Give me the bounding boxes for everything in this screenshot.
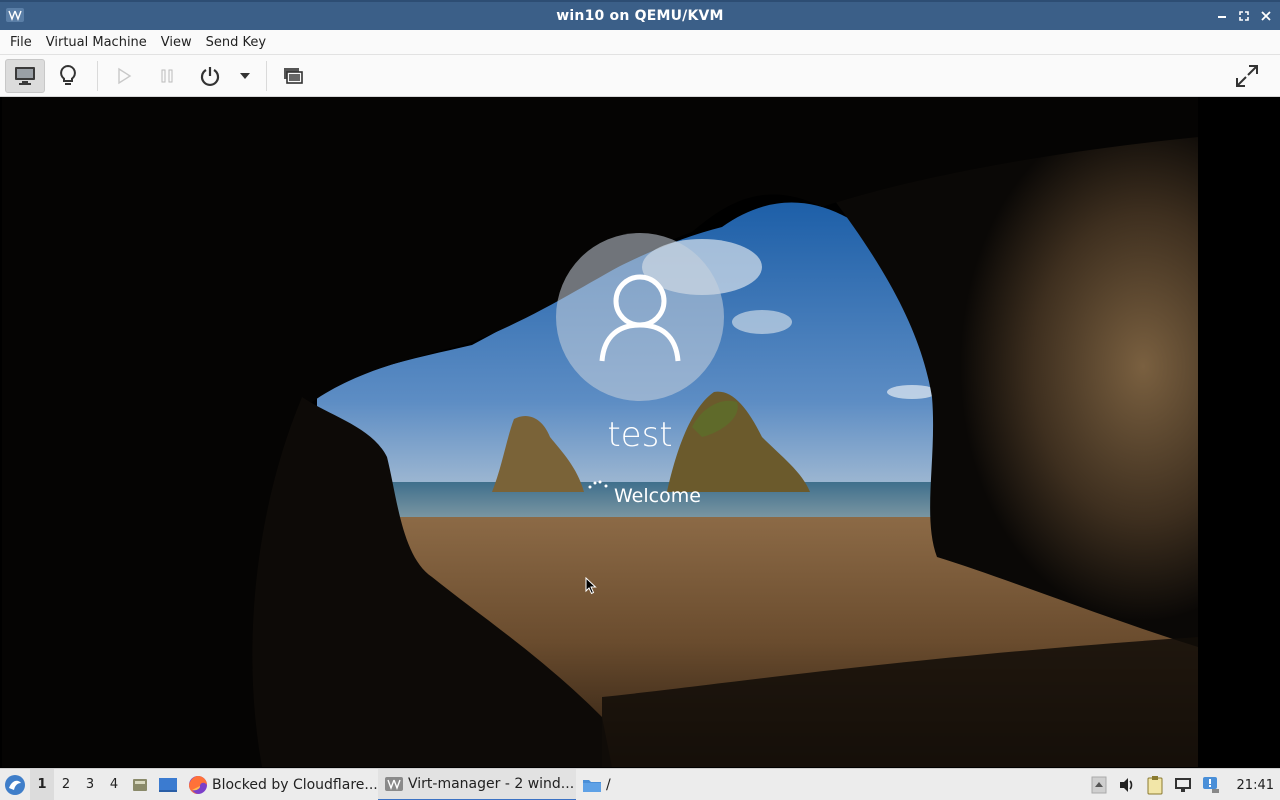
- monitor-icon: [15, 66, 35, 85]
- network-icon: [1174, 778, 1191, 792]
- task-label: /: [606, 776, 611, 793]
- lightbulb-icon: [60, 64, 76, 85]
- user-avatar: [556, 233, 724, 401]
- virt-manager-icon: [385, 776, 403, 791]
- drive-icon: [133, 778, 147, 791]
- close-icon: [1261, 11, 1271, 21]
- toolbar-separator: [266, 60, 267, 91]
- firefox-icon: [189, 775, 207, 794]
- taskbar: 1 2 3 4 Blocked by Cloudflare... Virt-ma…: [0, 768, 1280, 800]
- workspace-3[interactable]: 3: [78, 769, 102, 800]
- fullscreen-button[interactable]: [1227, 59, 1267, 93]
- minimize-button[interactable]: [1214, 8, 1230, 24]
- menu-send-key[interactable]: Send Key: [199, 30, 273, 55]
- task-firefox[interactable]: Blocked by Cloudflare...: [182, 769, 378, 800]
- window-titlebar[interactable]: win10 on QEMU/KVM: [0, 0, 1280, 30]
- pause-button[interactable]: [147, 59, 187, 93]
- chevron-up-icon: [1091, 776, 1107, 794]
- dropdown-arrow-icon: [240, 72, 250, 79]
- play-icon: [118, 67, 132, 84]
- notification-button[interactable]: [1201, 775, 1221, 795]
- lxqt-logo-icon: [5, 774, 25, 795]
- window-title: win10 on QEMU/KVM: [556, 8, 724, 24]
- tray-expand-button[interactable]: [1089, 775, 1109, 795]
- task-virt-manager[interactable]: Virt-manager - 2 wind...: [378, 768, 576, 800]
- workspace-2[interactable]: 2: [54, 769, 78, 800]
- welcome-status: Welcome: [614, 485, 701, 507]
- desktop-icon: [159, 777, 177, 792]
- quicklaunch-desktop[interactable]: [154, 769, 182, 800]
- maximize-icon: [1239, 11, 1249, 21]
- maximize-button[interactable]: [1236, 8, 1252, 24]
- notification-icon: [1202, 777, 1219, 793]
- details-button[interactable]: [48, 59, 88, 93]
- task-label: Blocked by Cloudflare...: [212, 776, 378, 793]
- loading-spinner-icon: [588, 480, 608, 489]
- vm-display[interactable]: test Welcome: [2, 97, 1278, 767]
- snapshots-button[interactable]: [273, 59, 313, 93]
- task-label: Virt-manager - 2 wind...: [408, 775, 575, 792]
- windows-lock-screen[interactable]: test Welcome: [2, 97, 1198, 767]
- console-button[interactable]: [5, 58, 45, 93]
- shutdown-menu-button[interactable]: [233, 59, 257, 93]
- volume-icon: [1119, 778, 1132, 792]
- user-icon: [599, 274, 681, 362]
- menu-virtual-machine[interactable]: Virtual Machine: [39, 30, 154, 55]
- toolbar: [0, 55, 1280, 97]
- menu-file[interactable]: File: [3, 30, 39, 55]
- clipboard-icon: [1147, 776, 1163, 795]
- shutdown-button[interactable]: [190, 59, 230, 93]
- start-menu-button[interactable]: [0, 769, 30, 800]
- menu-view[interactable]: View: [154, 30, 199, 55]
- snapshot-icon: [284, 67, 303, 84]
- run-button[interactable]: [104, 59, 144, 93]
- clipboard-button[interactable]: [1145, 775, 1165, 795]
- minimize-icon: [1218, 16, 1226, 18]
- quicklaunch-drive[interactable]: [126, 769, 154, 800]
- close-button[interactable]: [1258, 8, 1274, 24]
- clock[interactable]: 21:41: [1237, 778, 1274, 793]
- folder-icon: [583, 779, 601, 792]
- virt-manager-icon: [6, 8, 24, 22]
- volume-button[interactable]: [1117, 775, 1137, 795]
- network-button[interactable]: [1173, 775, 1193, 795]
- power-icon: [200, 66, 220, 86]
- toolbar-separator: [97, 60, 98, 91]
- mouse-cursor-icon: [585, 577, 597, 595]
- workspace-1[interactable]: 1: [30, 768, 54, 800]
- user-name: test: [607, 415, 673, 455]
- task-file-manager[interactable]: /: [576, 769, 636, 800]
- pause-icon: [161, 69, 173, 82]
- system-tray: 21:41: [1089, 769, 1274, 800]
- fullscreen-icon: [1236, 65, 1258, 87]
- workspace-4[interactable]: 4: [102, 769, 126, 800]
- menu-bar: File Virtual Machine View Send Key: [0, 30, 1280, 55]
